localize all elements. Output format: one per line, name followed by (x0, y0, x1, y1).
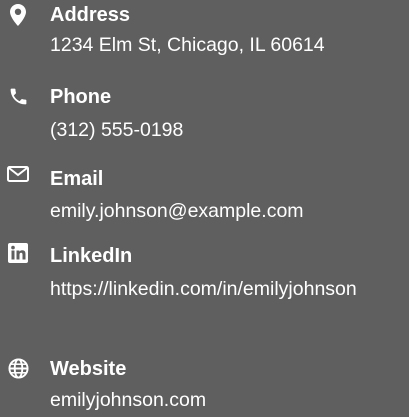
contact-label-website: Website (50, 358, 127, 380)
contact-label-linkedin: LinkedIn (50, 245, 133, 267)
contact-value-website[interactable]: emilyjohnson.com (50, 386, 390, 415)
contact-list: Address 1234 Elm St, Chicago, IL 60614 P… (0, 0, 409, 417)
contact-label-phone: Phone (50, 86, 112, 108)
contact-value-linkedin[interactable]: https://linkedin.com/in/emilyjohnson (50, 275, 390, 304)
contact-value-email[interactable]: emily.johnson@example.com (50, 197, 390, 226)
globe-icon (6, 357, 30, 379)
contact-label-email: Email (50, 168, 104, 190)
map-pin-icon (6, 4, 30, 26)
contact-value-phone[interactable]: (312) 555-0198 (50, 116, 390, 145)
phone-icon (6, 85, 30, 107)
contact-value-address[interactable]: 1234 Elm St, Chicago, IL 60614 (50, 31, 390, 60)
envelope-icon (6, 163, 30, 185)
linkedin-icon (6, 242, 30, 264)
contact-label-address: Address (50, 4, 131, 26)
